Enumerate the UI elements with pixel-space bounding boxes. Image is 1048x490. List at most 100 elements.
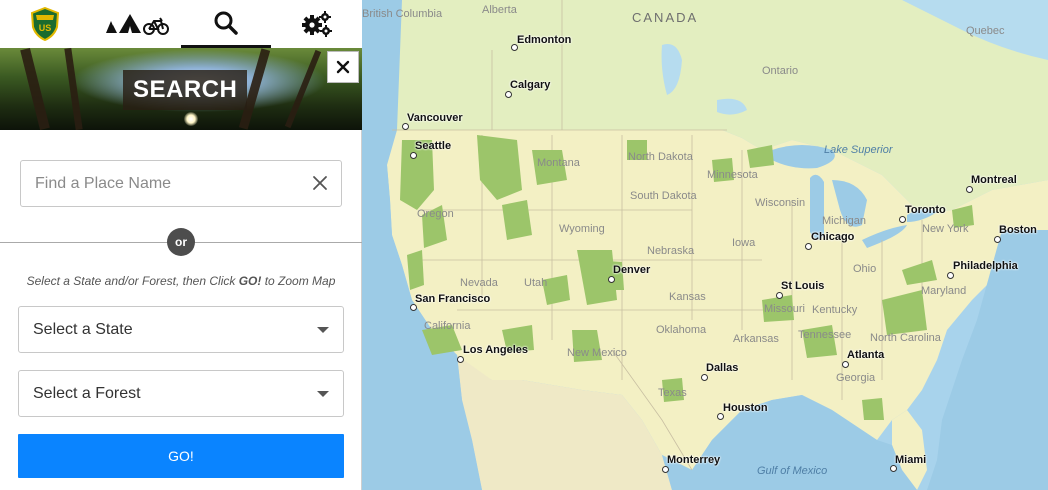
- region-label: Missouri: [764, 303, 805, 315]
- city-label: Toronto: [905, 204, 946, 216]
- banner-sun: [184, 112, 198, 126]
- place-name-input[interactable]: [21, 161, 301, 206]
- city-label: Atlanta: [847, 349, 885, 361]
- region-label: Kansas: [669, 291, 706, 303]
- map-canvas: [362, 0, 1048, 490]
- city-marker[interactable]: [899, 216, 906, 223]
- clear-search-button[interactable]: [309, 172, 331, 194]
- city-marker[interactable]: [966, 186, 973, 193]
- region-label: California: [424, 320, 471, 332]
- region-label: Ohio: [853, 263, 877, 275]
- settings-tab[interactable]: [271, 0, 362, 48]
- city-label: Edmonton: [517, 34, 572, 46]
- instruction-text-end: to Zoom Map: [261, 274, 336, 288]
- region-label: Wisconsin: [755, 197, 806, 209]
- city-label: Calgary: [510, 79, 551, 91]
- city-label: Houston: [723, 402, 768, 414]
- tent-bike-icon: [105, 14, 169, 35]
- country-label: CANADA: [632, 10, 699, 25]
- search-banner: SEARCH: [0, 48, 362, 130]
- city-label: Monterrey: [667, 454, 721, 466]
- region-label: Nebraska: [647, 245, 695, 257]
- region-label: South Dakota: [630, 190, 697, 202]
- instruction-text: Select a State and/or Forest, then Click: [26, 274, 239, 288]
- instruction-go: GO!: [238, 274, 262, 288]
- city-marker[interactable]: [662, 466, 669, 473]
- chevron-down-icon: [317, 391, 329, 397]
- region-label: North Carolina: [870, 332, 941, 344]
- region-label: Arkansas: [733, 333, 779, 345]
- region-label: Maryland: [921, 285, 967, 297]
- usfs-shield-tab[interactable]: US: [0, 0, 90, 48]
- region-label: New Mexico: [567, 347, 627, 359]
- close-panel-button[interactable]: [327, 51, 359, 83]
- city-marker[interactable]: [701, 374, 708, 381]
- zoom-instruction: Select a State and/or Forest, then Click…: [0, 274, 362, 288]
- search-tab[interactable]: [181, 0, 271, 48]
- city-marker[interactable]: [410, 152, 417, 159]
- close-icon: [336, 60, 350, 74]
- region-label: Oregon: [417, 208, 454, 220]
- region-label: Utah: [524, 277, 548, 289]
- city-marker[interactable]: [776, 292, 783, 299]
- region-label: Ontario: [762, 65, 799, 77]
- region-label: Montana: [537, 157, 580, 169]
- city-marker[interactable]: [947, 272, 954, 279]
- city-marker[interactable]: [994, 236, 1001, 243]
- go-button[interactable]: GO!: [18, 434, 344, 478]
- region-label: Quebec: [966, 25, 1005, 37]
- region-label: New York: [922, 223, 969, 235]
- search-icon: [214, 11, 238, 35]
- city-label: Los Angeles: [463, 344, 528, 356]
- city-label: Miami: [895, 454, 927, 466]
- region-label: Tennessee: [798, 329, 852, 341]
- state-select-value: Select a State: [33, 321, 133, 338]
- region-label: North Dakota: [628, 151, 693, 163]
- city-marker[interactable]: [457, 356, 464, 363]
- gears-icon: [301, 11, 332, 37]
- city-label: St Louis: [781, 280, 825, 292]
- map-view[interactable]: CANADA Lake Superior Gulf of Mexico Brit…: [362, 0, 1048, 490]
- region-label: Georgia: [836, 372, 876, 384]
- forest-select[interactable]: Select a Forest: [18, 370, 344, 417]
- city-marker[interactable]: [410, 304, 417, 311]
- city-label: Boston: [999, 224, 1037, 236]
- region-label: Alberta: [482, 4, 517, 16]
- water-label: Gulf of Mexico: [757, 465, 828, 477]
- region-label: British Columbia: [362, 8, 443, 20]
- close-icon: [313, 176, 327, 190]
- city-marker[interactable]: [402, 123, 409, 130]
- city-label: Montreal: [971, 174, 1017, 186]
- city-label: Chicago: [811, 231, 855, 243]
- city-label: Seattle: [415, 140, 452, 152]
- region-label: Wyoming: [559, 223, 605, 235]
- or-badge: or: [167, 228, 195, 256]
- chevron-down-icon: [317, 327, 329, 333]
- city-marker[interactable]: [805, 243, 812, 250]
- region-label: Nevada: [460, 277, 498, 289]
- panel-title: SEARCH: [123, 70, 248, 110]
- city-label: Dallas: [706, 362, 739, 374]
- region-label: Texas: [658, 387, 687, 399]
- region-label: Oklahoma: [656, 324, 707, 336]
- search-panel: US SEARCH Find a Place Name or Select a …: [0, 0, 362, 490]
- city-label: Vancouver: [407, 112, 463, 124]
- city-marker[interactable]: [890, 465, 897, 472]
- city-marker[interactable]: [842, 361, 849, 368]
- place-search-field: [20, 160, 342, 207]
- city-marker[interactable]: [505, 91, 512, 98]
- shield-text: US: [39, 23, 52, 33]
- region-label: Minnesota: [707, 169, 758, 181]
- region-label: Iowa: [732, 237, 756, 249]
- water-label: Lake Superior: [824, 144, 893, 156]
- recreation-tab[interactable]: [90, 0, 181, 48]
- city-marker[interactable]: [608, 276, 615, 283]
- forest-select-value: Select a Forest: [33, 385, 141, 402]
- state-select[interactable]: Select a State: [18, 306, 344, 353]
- region-label: Michigan: [822, 215, 867, 227]
- usfs-shield-icon: US: [30, 7, 60, 41]
- city-label: Denver: [613, 264, 651, 276]
- city-label: San Francisco: [415, 293, 491, 305]
- city-marker[interactable]: [717, 413, 724, 420]
- top-nav: US: [0, 0, 362, 48]
